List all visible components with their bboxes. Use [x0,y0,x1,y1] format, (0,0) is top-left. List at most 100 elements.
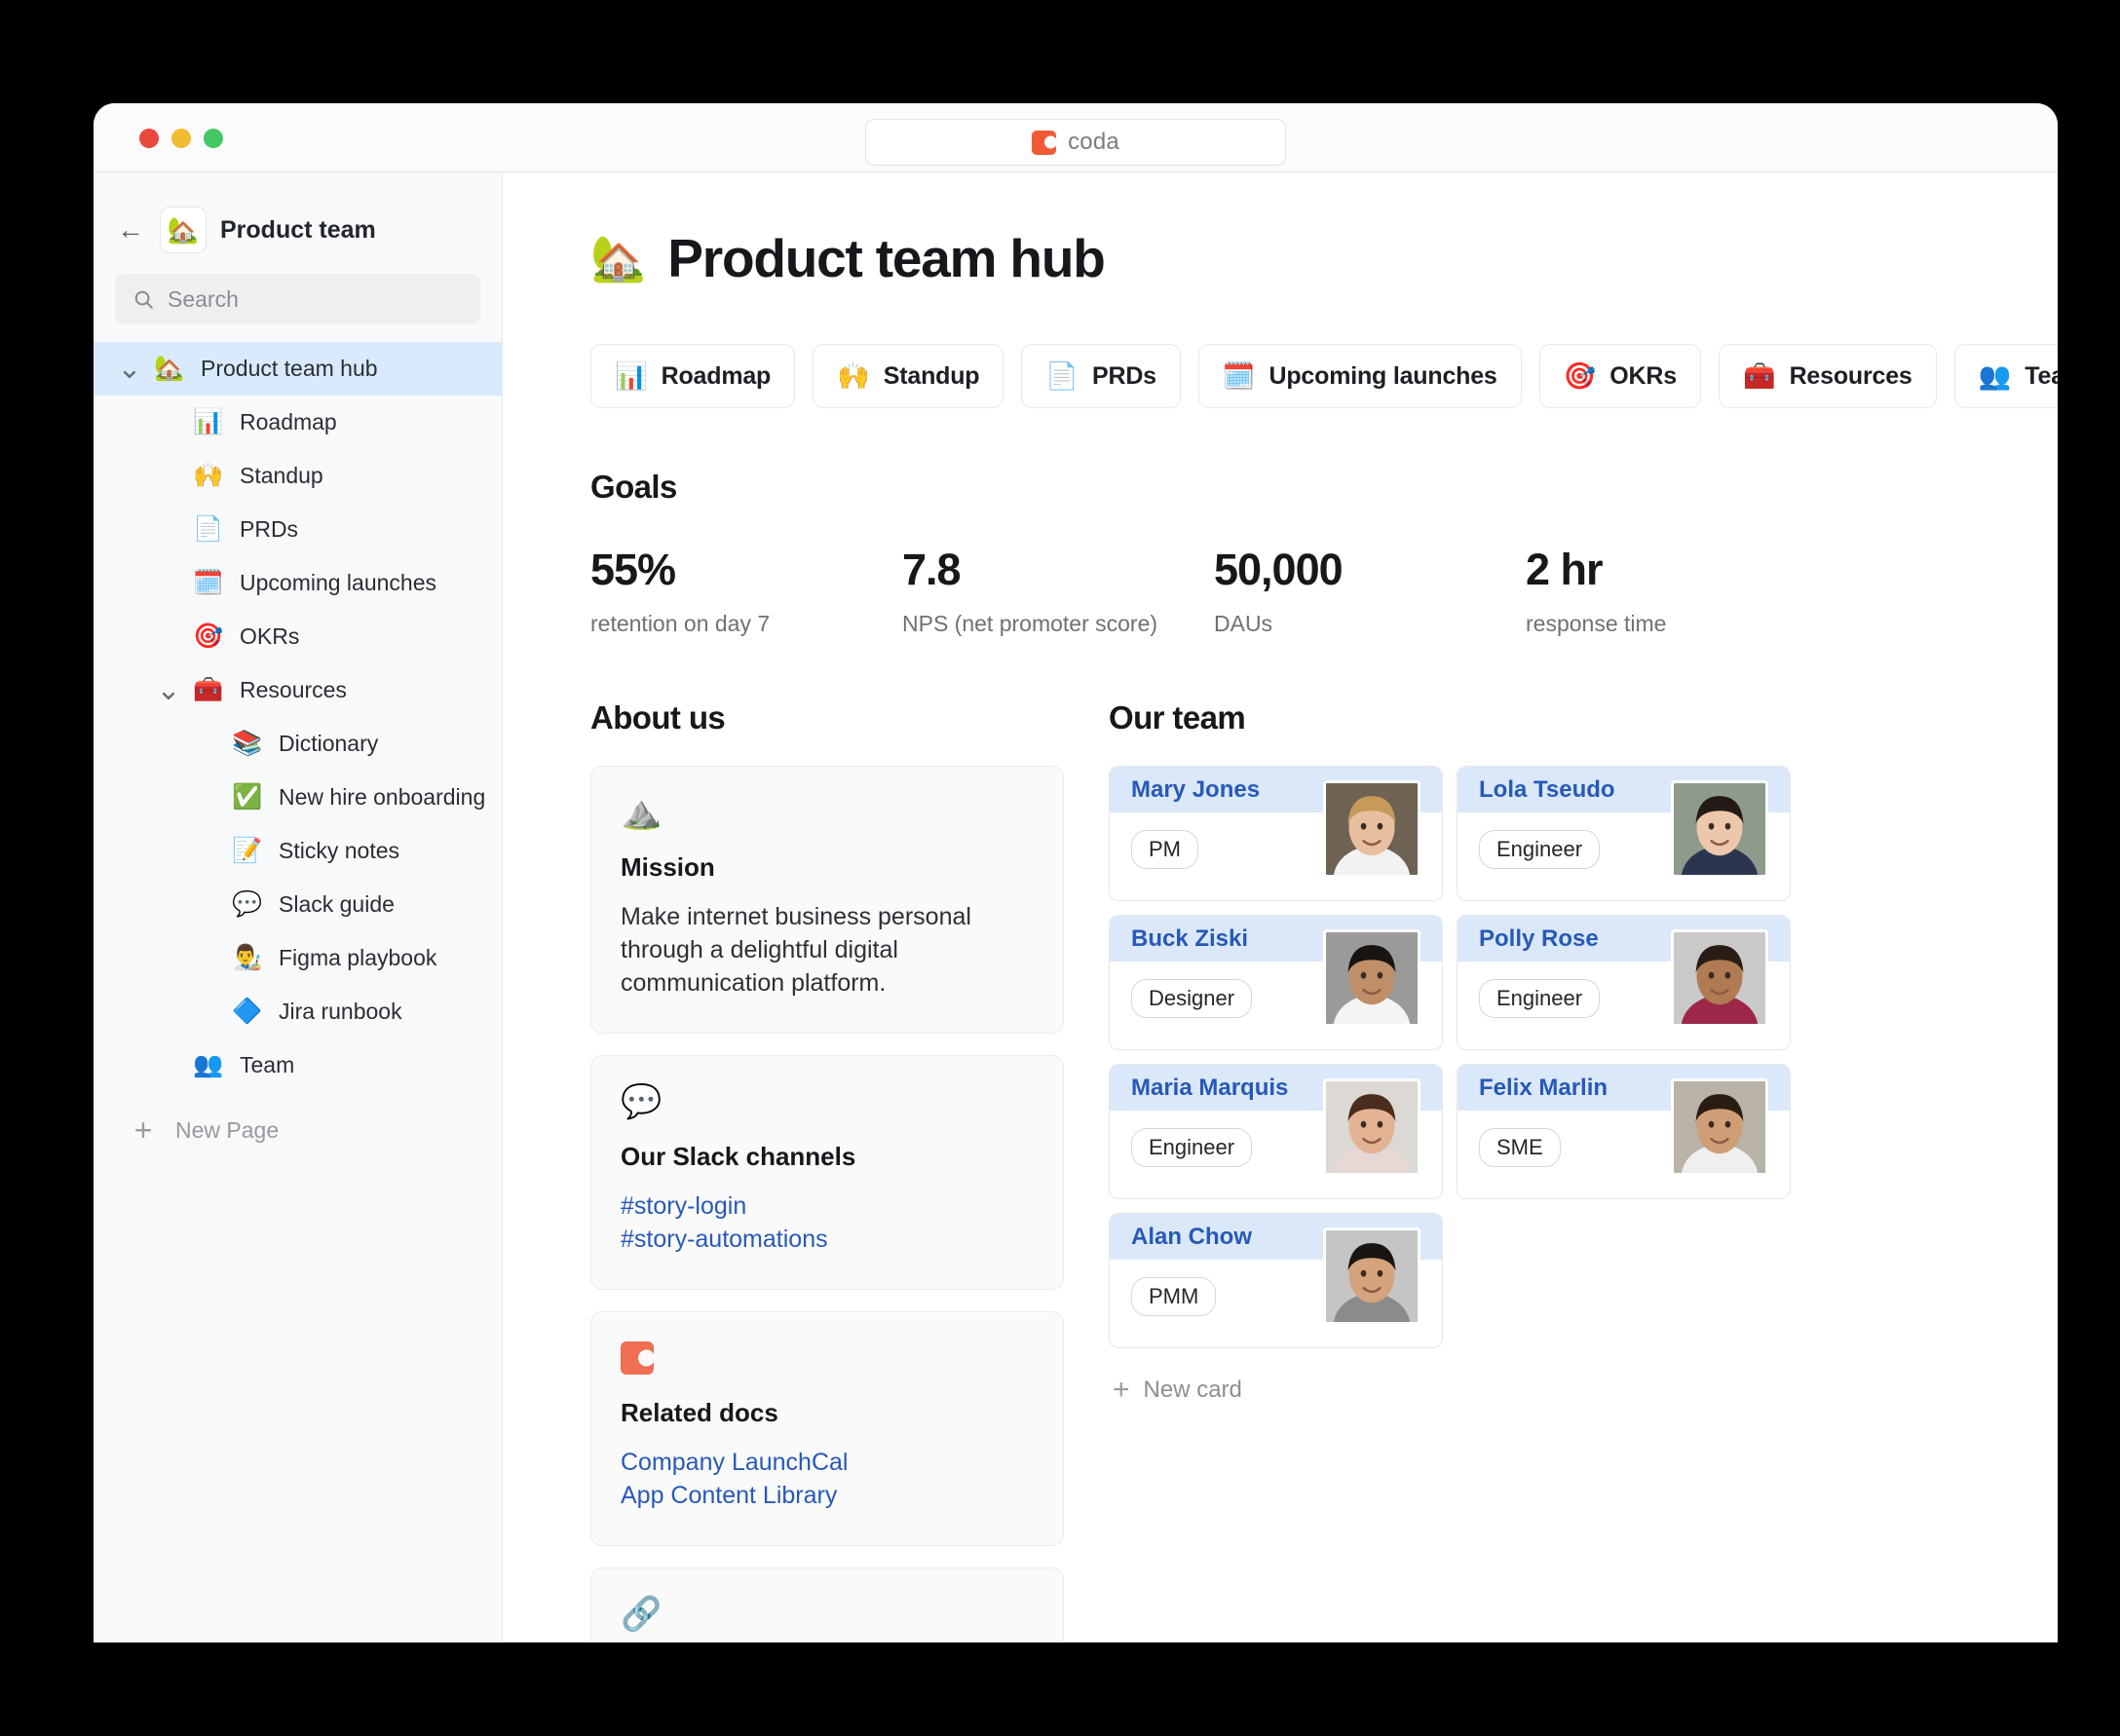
sidebar-item-emoji-icon: 🙌 [193,462,224,489]
team-card[interactable]: Maria Marquis Engineer [1109,1064,1443,1199]
sidebar: ← 🏡 Product team Search ⌄ 🏡 Product team h… [94,172,503,1642]
team-member-role-badge: Engineer [1479,979,1601,1018]
doc-title: Product team [220,215,376,244]
page-title: 🏡 Product team hub [590,227,1988,289]
sidebar-item-jira-runbook[interactable]: ⌄🔷Jira runbook [94,985,502,1038]
about-us-heading: About us [590,699,726,736]
sidebar-item-upcoming-launches[interactable]: ⌄🗓️Upcoming launches [94,556,502,610]
sidebar-item-label: Resources [240,677,347,702]
team-member-name: Maria Marquis [1131,1074,1289,1101]
sidebar-item-emoji-icon: 💬 [232,890,263,918]
sidebar-item-label: Sticky notes [279,838,399,863]
close-window-button[interactable] [139,129,159,148]
about-card-mission: ⛰️ Mission Make internet business personal… [590,766,1064,1034]
sidebar-item-emoji-icon: 📚 [232,730,263,757]
sidebar-item-label: Product team hub [201,356,378,381]
team-member-name: Felix Marlin [1479,1074,1609,1101]
about-card-related-docs: Related docs Company LaunchCal App Content… [590,1311,1064,1546]
sidebar-item-label: Upcoming launches [240,570,437,595]
team-card[interactable]: Polly Rose Engineer [1457,915,1791,1050]
sidebar-item-label: PRDs [240,516,299,542]
avatar [1323,1227,1420,1325]
plus-icon: + [133,1112,153,1148]
new-card-button[interactable]: + New card [1109,1376,1988,1405]
sidebar-item-label: Roadmap [240,409,337,434]
sidebar-item-product-team-hub[interactable]: ⌄ 🏡 Product team hub [94,342,502,396]
sidebar-item-roadmap[interactable]: ⌄📊Roadmap [94,396,502,449]
minimize-window-button[interactable] [171,129,191,148]
team-card[interactable]: Buck Ziski Designer [1109,915,1443,1050]
about-card-our-slack-channels: 💬 Our Slack channels #story-login #story-au… [590,1055,1064,1290]
sidebar-item-label: OKRs [240,623,300,649]
new-card-label: New card [1143,1377,1242,1403]
sidebar-item-emoji-icon: 🎯 [193,623,224,650]
sidebar-item-prds[interactable]: ⌄📄PRDs [94,503,502,556]
team-card[interactable]: Felix Marlin SME [1457,1064,1791,1199]
chip-standup[interactable]: 🙌 Standup [813,344,1004,408]
page-title-text: Product team hub [667,228,1106,288]
chip-okrs[interactable]: 🎯 OKRs [1538,344,1701,408]
new-page-button[interactable]: + New Page [94,1102,502,1158]
chip-emoji-icon: 🗓️ [1222,360,1256,391]
chip-upcoming-launches[interactable]: 🗓️ Upcoming launches [1197,344,1522,408]
maximize-window-button[interactable] [204,129,223,148]
search-input[interactable]: Search [115,274,480,324]
chip-roadmap[interactable]: 📊 Roadmap [590,344,796,408]
sidebar-item-emoji-icon: 📄 [193,515,224,543]
about-card-link[interactable]: #story-login [621,1189,1034,1223]
back-arrow-icon[interactable]: ← [115,216,146,244]
sidebar-item-resources[interactable]: ⌄ 🧰 Resources [94,663,502,717]
about-card-link[interactable]: #story-automations [621,1223,1034,1256]
about-card-link[interactable]: Company LaunchCal [621,1446,1034,1479]
team-member-role-badge: PM [1131,830,1198,869]
team-card[interactable]: Mary Jones PM [1109,766,1443,901]
section-chip-row: 📊 Roadmap 🙌 Standup 📄 PRDs 🗓️ Upcoming launches… [590,344,2058,408]
sidebar-item-dictionary[interactable]: ⌄📚Dictionary [94,717,502,771]
avatar [1323,780,1420,878]
metric-daus: 50,000 DAUs [1214,545,1526,637]
about-card-title: Mission [621,852,715,882]
team-member-role-badge: Engineer [1131,1128,1253,1167]
team-card[interactable]: Alan Chow PMM [1109,1213,1443,1348]
sidebar-item-new-hire-onboarding[interactable]: ⌄✅New hire onboarding [94,771,502,824]
chip-resources[interactable]: 🧰 Resources [1718,344,1937,408]
chip-prds[interactable]: 📄 PRDs [1021,344,1181,408]
team-member-name: Buck Ziski [1131,925,1249,952]
team-card[interactable]: Lola Tseudo Engineer [1457,766,1791,901]
sidebar-item-emoji-icon: 📊 [193,408,224,435]
sidebar-item-slack-guide[interactable]: ⌄💬Slack guide [94,878,502,931]
main-content: 🏡 Product team hub 📊 Roadmap 🙌 Standup 📄 PRDs… [503,172,2058,1642]
sidebar-header: ← 🏡 Product team [94,194,502,258]
sidebar-item-emoji-icon: 🏡 [154,355,185,382]
sidebar-item-figma-playbook[interactable]: ⌄👨‍🎨Figma playbook [94,931,502,985]
chip-emoji-icon: 🧰 [1742,360,1776,391]
avatar [1671,780,1768,878]
metric-label: response time [1526,611,1667,636]
about-card-title: Related docs [621,1398,778,1427]
sidebar-item-okrs[interactable]: ⌄🎯OKRs [94,610,502,663]
doc-house-icon: 🏡 [160,207,207,253]
browser-chrome: coda [94,103,2058,172]
about-card-link[interactable]: App Content Library [621,1479,1034,1512]
team-member-name: Polly Rose [1479,925,1599,952]
chip-team[interactable]: 👥 Team [1953,344,2058,408]
team-member-role-badge: Designer [1131,979,1253,1018]
goals-heading: Goals [590,469,677,505]
metric-value: 2 hr [1526,545,1604,594]
sidebar-item-team[interactable]: ⌄👥Team [94,1038,502,1092]
sidebar-item-sticky-notes[interactable]: ⌄📝Sticky notes [94,824,502,878]
team-member-name: Mary Jones [1131,775,1261,803]
team-member-role-badge: Engineer [1479,830,1601,869]
chevron-down-icon[interactable]: ⌄ [109,355,150,383]
sidebar-item-standup[interactable]: ⌄🙌Standup [94,449,502,503]
sidebar-item-emoji-icon: 🗓️ [193,569,224,596]
team-member-name: Alan Chow [1131,1223,1252,1250]
link-chain-icon: 🔗 [621,1596,662,1633]
address-bar[interactable]: coda [865,119,1286,166]
chip-label: OKRs [1609,361,1677,390]
chevron-down-icon[interactable]: ⌄ [148,676,189,704]
mountain-flag-icon: ⛰️ [621,794,662,831]
chip-emoji-icon: 🙌 [837,360,870,391]
team-member-role-badge: SME [1479,1128,1561,1167]
coda-logo-icon [1032,130,1057,155]
